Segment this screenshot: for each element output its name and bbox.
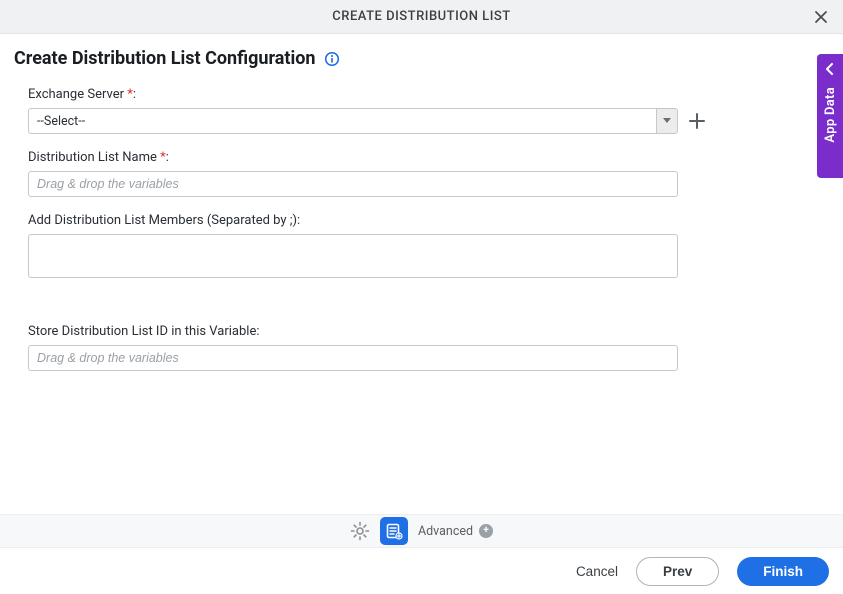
finish-button[interactable]: Finish <box>737 557 829 586</box>
field-dist-name: Distribution List Name *: <box>28 150 815 197</box>
close-icon[interactable] <box>811 7 831 27</box>
cancel-button[interactable]: Cancel <box>576 564 618 579</box>
chevron-down-icon[interactable] <box>656 108 678 134</box>
field-members: Add Distribution List Members (Separated… <box>28 213 815 282</box>
label-text: Exchange Server <box>28 87 124 102</box>
footer: Cancel Prev Finish <box>0 548 843 594</box>
exchange-server-row: --Select-- <box>28 108 815 134</box>
chevron-left-icon <box>825 60 835 79</box>
page-title: Create Distribution List Configuration <box>14 48 316 69</box>
gear-icon[interactable] <box>350 521 370 541</box>
app-data-label: App Data <box>823 87 838 143</box>
members-label: Add Distribution List Members (Separated… <box>28 213 815 228</box>
label-colon: : <box>166 150 169 165</box>
add-server-button[interactable] <box>688 112 706 130</box>
label-text: Distribution List Name <box>28 150 157 165</box>
store-id-label: Store Distribution List ID in this Varia… <box>28 324 815 339</box>
dialog-title: CREATE DISTRIBUTION LIST <box>332 9 510 24</box>
app-data-tab[interactable]: App Data <box>817 54 843 178</box>
dist-name-label: Distribution List Name *: <box>28 150 815 165</box>
field-store-id: Store Distribution List ID in this Varia… <box>28 324 815 371</box>
dialog-header: CREATE DISTRIBUTION LIST <box>0 0 843 34</box>
field-exchange-server: Exchange Server *: --Select-- <box>28 87 815 134</box>
required-mark: * <box>157 150 166 165</box>
members-input[interactable] <box>28 234 678 278</box>
advanced-text: Advanced <box>418 524 473 539</box>
required-mark: * <box>124 87 133 102</box>
toolbar: Advanced + <box>0 514 843 548</box>
page-title-row: Create Distribution List Configuration <box>0 34 843 69</box>
prev-button[interactable]: Prev <box>636 557 719 586</box>
form-tool-icon[interactable] <box>380 517 408 545</box>
exchange-server-select[interactable]: --Select-- <box>28 108 678 134</box>
form-area: Exchange Server *: --Select-- Distributi… <box>0 69 843 371</box>
store-id-input[interactable] <box>28 345 678 371</box>
select-value: --Select-- <box>28 108 656 134</box>
advanced-toggle[interactable]: Advanced + <box>418 524 493 539</box>
dist-name-input[interactable] <box>28 171 678 197</box>
exchange-server-label: Exchange Server *: <box>28 87 815 102</box>
plus-circle-icon: + <box>479 524 493 538</box>
info-icon[interactable] <box>324 51 340 67</box>
label-colon: : <box>133 87 136 102</box>
